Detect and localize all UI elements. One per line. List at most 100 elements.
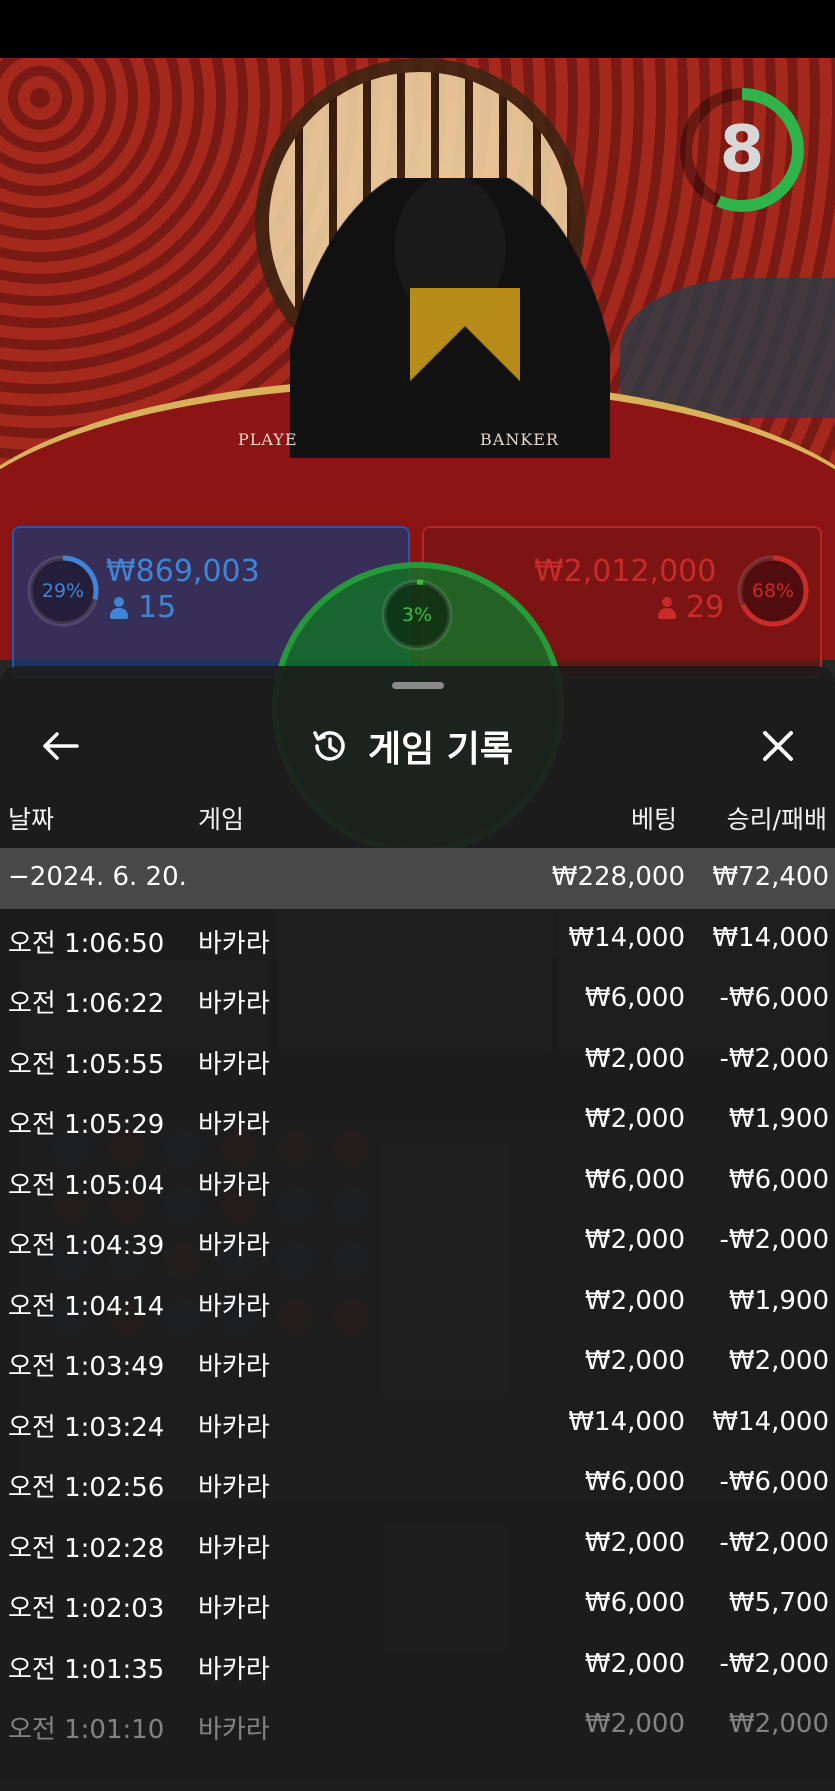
row-time: 오전 1:02:56 xyxy=(8,1473,165,1503)
row-game: 바카라 xyxy=(198,1291,270,1322)
dealer-lapel xyxy=(410,288,520,408)
history-row[interactable]: 오전 1:05:29 바카라 ₩2,000 ₩1,900 xyxy=(0,1090,835,1151)
row-time: 오전 1:03:24 xyxy=(8,1412,165,1443)
banker-amount: ₩2,012,000 xyxy=(534,554,717,589)
row-bet: ₩2,000 xyxy=(584,1648,685,1679)
row-time: 오전 1:05:04 xyxy=(8,1170,165,1201)
drag-handle[interactable] xyxy=(392,682,444,689)
row-time: 오전 1:02:28 xyxy=(8,1533,165,1564)
row-result: ₩14,000 xyxy=(712,922,829,953)
row-result: ₩14,000 xyxy=(712,1406,829,1437)
sheet-title: 게임 기록 xyxy=(368,729,514,770)
row-time: 오전 1:04:39 xyxy=(8,1231,165,1261)
back-button[interactable] xyxy=(30,716,90,776)
row-game: 바카라 xyxy=(198,1049,270,1080)
row-bet: ₩2,000 xyxy=(584,1043,685,1074)
banker-percent-ring: 68% xyxy=(736,554,810,628)
row-bet: ₩14,000 xyxy=(568,1406,685,1437)
person-icon xyxy=(658,597,676,619)
row-time: 오전 1:02:03 xyxy=(8,1594,165,1624)
history-row[interactable]: 오전 1:06:22 바카라 ₩6,000 -₩6,000 xyxy=(0,969,835,1030)
row-time: 오전 1:04:14 xyxy=(8,1291,165,1322)
row-result: ₩5,700 xyxy=(728,1588,829,1618)
banker-count-value: 29 xyxy=(686,590,725,625)
history-row[interactable]: 오전 1:02:03 바카라 ₩6,000 ₩5,700 xyxy=(0,1574,835,1635)
row-bet: ₩6,000 xyxy=(584,1467,685,1497)
column-header-game: 게임 xyxy=(198,805,245,834)
history-row[interactable]: 오전 1:01:10 바카라 ₩2,000 ₩2,000 xyxy=(0,1695,835,1756)
player-count: 15 xyxy=(110,590,176,625)
row-result: -₩2,000 xyxy=(719,1043,829,1074)
row-game: 바카라 xyxy=(198,1231,270,1261)
countdown-timer: 8 xyxy=(678,86,806,214)
row-game: 바카라 xyxy=(198,1654,270,1685)
column-header-bet: 베팅 xyxy=(630,805,677,834)
banker-percent: 68% xyxy=(751,580,795,602)
history-row[interactable]: 오전 1:05:55 바카라 ₩2,000 -₩2,000 xyxy=(0,1030,835,1091)
date-group-result-total: ₩72,400 xyxy=(712,862,829,892)
row-bet: ₩14,000 xyxy=(568,922,685,953)
row-time: 오전 1:05:55 xyxy=(8,1049,165,1080)
history-row[interactable]: 오전 1:06:50 바카라 ₩14,000 ₩14,000 xyxy=(0,909,835,970)
player-count-value: 15 xyxy=(138,590,177,625)
player-amount: ₩869,003 xyxy=(106,554,260,589)
sheet-header: 게임 기록 xyxy=(0,706,835,786)
row-bet: ₩2,000 xyxy=(584,1104,685,1134)
history-clock-icon xyxy=(313,731,345,761)
row-game: 바카라 xyxy=(198,1715,270,1745)
history-row[interactable]: 오전 1:02:56 바카라 ₩6,000 -₩6,000 xyxy=(0,1453,835,1514)
status-bar xyxy=(0,0,835,58)
row-game: 바카라 xyxy=(198,1412,270,1443)
row-bet: ₩2,000 xyxy=(584,1346,685,1376)
sheet-title-group: 게임 기록 xyxy=(310,720,513,772)
date-group-row[interactable]: −2024. 6. 20. ₩228,000 ₩72,400 xyxy=(0,848,835,909)
row-game: 바카라 xyxy=(198,989,270,1019)
row-result: -₩2,000 xyxy=(719,1648,829,1679)
row-result: ₩2,000 xyxy=(728,1346,829,1376)
row-time: 오전 1:01:10 xyxy=(8,1715,165,1745)
arrow-left-icon xyxy=(43,732,79,760)
person-icon xyxy=(110,597,128,619)
row-result: -₩6,000 xyxy=(719,1467,829,1497)
row-bet: ₩6,000 xyxy=(584,983,685,1013)
row-result: ₩2,000 xyxy=(728,1709,829,1739)
tie-percent: 3% xyxy=(401,604,433,626)
table-label-player: PLAYE xyxy=(238,430,298,449)
history-row[interactable]: 오전 1:03:49 바카라 ₩2,000 ₩2,000 xyxy=(0,1332,835,1393)
row-time: 오전 1:06:22 xyxy=(8,989,165,1019)
game-history-sheet: 게임 기록 날짜 게임 베팅 승리/패배 −2024. 6. 20. ₩228,… xyxy=(0,666,835,1791)
history-row[interactable]: 오전 1:04:14 바카라 ₩2,000 ₩1,900 xyxy=(0,1272,835,1333)
table-label-banker: BANKER xyxy=(480,430,559,449)
close-icon xyxy=(763,731,793,761)
close-button[interactable] xyxy=(748,716,808,776)
history-rows: 오전 1:06:50 바카라 ₩14,000 ₩14,000 오전 1:06:22 바카라… xyxy=(0,909,835,1756)
row-result: ₩1,900 xyxy=(728,1104,829,1134)
history-row[interactable]: 오전 1:03:24 바카라 ₩14,000 ₩14,000 xyxy=(0,1393,835,1454)
row-time: 오전 1:03:49 xyxy=(8,1352,165,1382)
history-row[interactable]: 오전 1:05:04 바카라 ₩6,000 ₩6,000 xyxy=(0,1151,835,1212)
row-bet: ₩6,000 xyxy=(584,1588,685,1618)
row-result: -₩2,000 xyxy=(719,1527,829,1558)
row-bet: ₩2,000 xyxy=(584,1225,685,1255)
history-row[interactable]: 오전 1:02:28 바카라 ₩2,000 -₩2,000 xyxy=(0,1514,835,1575)
background-table xyxy=(620,278,835,418)
row-result: -₩2,000 xyxy=(719,1225,829,1255)
row-bet: ₩2,000 xyxy=(584,1527,685,1558)
tie-percent-ring: 3% xyxy=(380,578,454,652)
history-row[interactable]: 오전 1:04:39 바카라 ₩2,000 -₩2,000 xyxy=(0,1211,835,1272)
row-time: 오전 1:05:29 xyxy=(8,1110,165,1140)
date-group-bet-total: ₩228,000 xyxy=(551,862,685,892)
row-bet: ₩6,000 xyxy=(584,1164,685,1195)
row-result: ₩6,000 xyxy=(728,1164,829,1195)
date-group-label: −2024. 6. 20. xyxy=(8,862,187,892)
player-percent: 29% xyxy=(41,580,85,602)
row-time: 오전 1:01:35 xyxy=(8,1654,165,1685)
history-list: −2024. 6. 20. ₩228,000 ₩72,400 오전 1:06:5… xyxy=(0,848,835,1756)
row-result: ₩1,900 xyxy=(728,1285,829,1316)
row-game: 바카라 xyxy=(198,928,270,959)
history-row[interactable]: 오전 1:01:35 바카라 ₩2,000 -₩2,000 xyxy=(0,1635,835,1696)
row-game: 바카라 xyxy=(198,1533,270,1564)
row-game: 바카라 xyxy=(198,1594,270,1624)
row-game: 바카라 xyxy=(198,1352,270,1382)
row-time: 오전 1:06:50 xyxy=(8,928,165,959)
